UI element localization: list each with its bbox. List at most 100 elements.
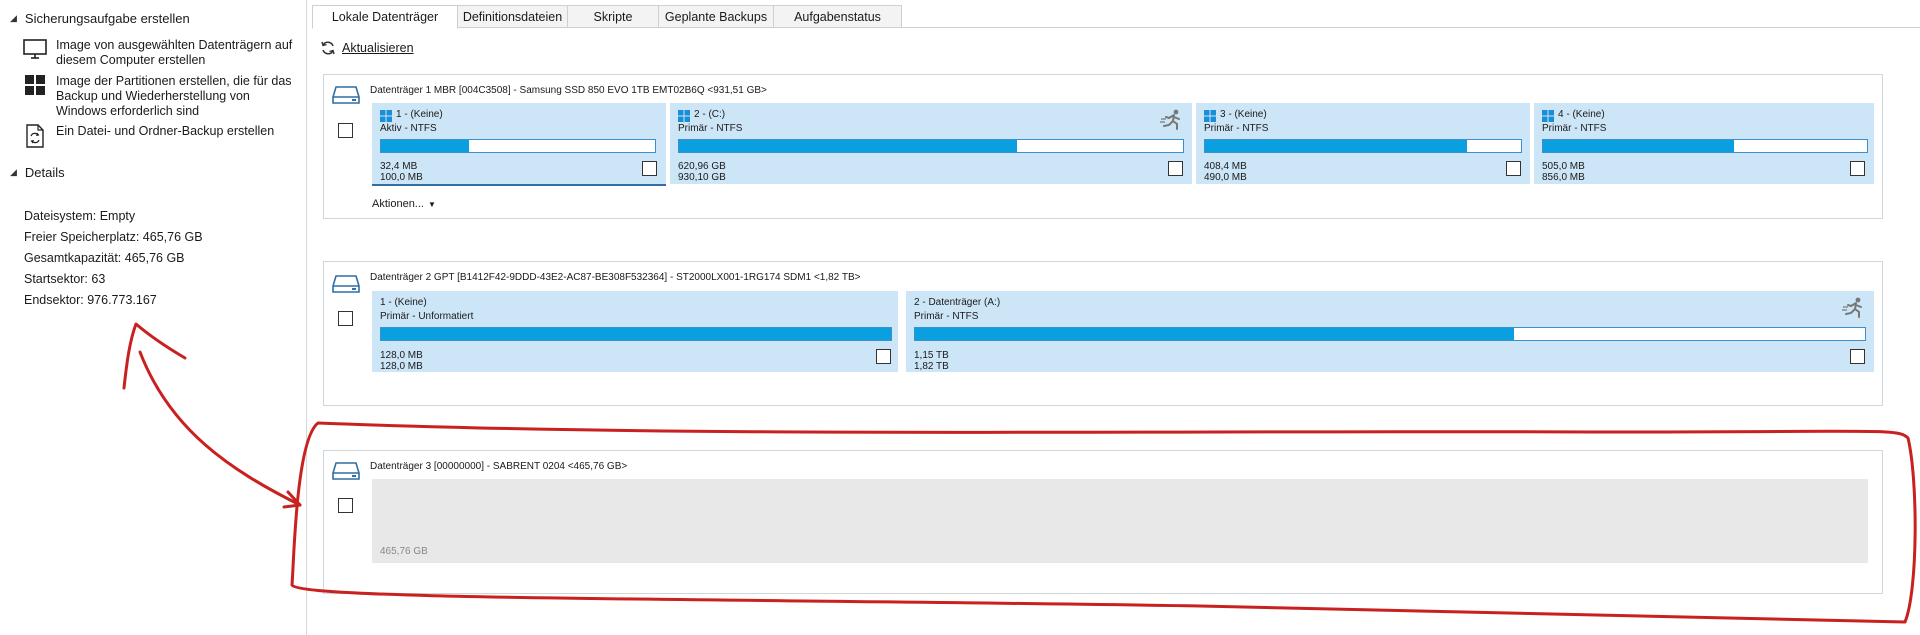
hard-disk-icon (332, 275, 360, 293)
used-size: 32,4 MB (380, 161, 418, 172)
disk-checkbox[interactable] (338, 123, 353, 138)
partition-label: 2 - Datenträger (A:) (914, 297, 1001, 308)
tab-scheduled-backups[interactable]: Geplante Backups (659, 5, 774, 28)
hard-disk-icon (332, 462, 360, 480)
usage-fill (1205, 140, 1468, 152)
used-size: 620,96 GB (678, 161, 726, 172)
partition-2[interactable]: 2 - Datenträger (A:) Primär - NTFS 1,15 … (906, 291, 1874, 372)
usage-fill (679, 140, 1017, 152)
usage-fill (1543, 140, 1735, 152)
used-size: 1,15 TB (914, 350, 949, 361)
detail-start-sector: Startsektor: 63 (24, 272, 106, 286)
usage-bar (380, 327, 892, 341)
windows-icon (22, 74, 48, 100)
partition-checkbox[interactable] (876, 349, 891, 364)
partition-checkbox[interactable] (1168, 161, 1183, 176)
windows-icon (380, 110, 392, 122)
section-title: Sicherungsaufgabe erstellen (24, 11, 190, 26)
section-header-create[interactable]: ◢ Sicherungsaufgabe erstellen (10, 11, 190, 26)
usage-bar (1542, 139, 1868, 153)
disk-panel-3: Datenträger 3 [00000000] - SABRENT 0204 … (323, 450, 1883, 594)
usage-bar (678, 139, 1184, 153)
task-file-folder-backup[interactable]: Ein Datei- und Ordner-Backup erstellen (22, 124, 302, 150)
disk-title: Datenträger 3 [00000000] - SABRENT 0204 … (370, 461, 628, 472)
section-header-details[interactable]: ◢ Details (10, 165, 65, 180)
unallocated-space[interactable]: 465,76 GB (372, 479, 1868, 563)
tab-local-disks[interactable]: Lokale Datenträger (312, 5, 458, 29)
used-size: 408,4 MB (1204, 161, 1247, 172)
refresh-icon (321, 41, 335, 55)
file-sync-icon (22, 124, 48, 150)
partition-label: 2 - (C:) (694, 109, 726, 120)
partition-type: Primär - NTFS (914, 311, 979, 322)
tab-scripts[interactable]: Skripte (568, 5, 659, 28)
partition-label: 1 - (Keine) (380, 297, 427, 308)
detail-filesystem: Dateisystem: Empty (24, 209, 136, 223)
disk-title: Datenträger 2 GPT [B1412F42-9DDD-43E2-AC… (370, 272, 861, 283)
usage-bar (380, 139, 656, 153)
usage-fill (381, 328, 891, 340)
usage-bar (1204, 139, 1522, 153)
running-man-icon (1160, 109, 1180, 130)
running-man-icon (1842, 297, 1862, 318)
refresh-button[interactable]: Aktualisieren (320, 40, 414, 56)
actions-dropdown[interactable]: Aktionen... ▼ (372, 198, 436, 210)
section-title: Details (24, 165, 65, 180)
collapse-triangle-icon[interactable]: ◢ (10, 167, 17, 178)
partition-label: 3 - (Keine) (1220, 109, 1267, 120)
partition-type: Primär - NTFS (1542, 123, 1607, 134)
left-panel: ◢ Sicherungsaufgabe erstellen Image von … (0, 0, 307, 635)
tab-task-status[interactable]: Aufgabenstatus (774, 5, 902, 28)
total-size: 856,0 MB (1542, 172, 1585, 183)
partition-checkbox[interactable] (1506, 161, 1521, 176)
partition-3[interactable]: 3 - (Keine) Primär - NTFS 408,4 MB 490,0… (1196, 103, 1530, 184)
used-size: 505,0 MB (1542, 161, 1585, 172)
partition-2[interactable]: 2 - (C:) Primär - NTFS 620,96 GB 930,10 … (670, 103, 1192, 184)
partition-label: 4 - (Keine) (1558, 109, 1605, 120)
disk-title: Datenträger 1 MBR [004C3508] - Samsung S… (370, 85, 767, 96)
partition-1[interactable]: 1 - (Keine) Primär - Unformatiert 128,0 … (372, 291, 898, 372)
task-label: Image von ausgewählten Datenträgern auf … (56, 38, 293, 67)
partition-type: Primär - Unformatiert (380, 311, 474, 322)
caret-down-icon: ▼ (427, 199, 436, 209)
detail-end-sector: Endsektor: 976.773.167 (24, 293, 157, 307)
total-size: 490,0 MB (1204, 172, 1247, 183)
usage-fill (381, 140, 469, 152)
total-size: 1,82 TB (914, 361, 949, 372)
refresh-label: Aktualisieren (342, 41, 414, 55)
collapse-triangle-icon[interactable]: ◢ (10, 13, 17, 24)
windows-icon (678, 110, 690, 122)
tab-definition-files[interactable]: Definitionsdateien (458, 5, 568, 28)
total-size: 128,0 MB (380, 361, 423, 372)
partition-type: Aktiv - NTFS (380, 123, 437, 134)
task-label: Image der Partitionen erstellen, die für… (56, 74, 292, 118)
total-size: 930,10 GB (678, 172, 726, 183)
tab-strip: Lokale Datenträger Definitionsdateien Sk… (312, 5, 902, 29)
partition-checkbox[interactable] (642, 161, 657, 176)
monitor-icon (22, 38, 48, 64)
partition-type: Primär - NTFS (678, 123, 743, 134)
usage-bar (914, 327, 1866, 341)
disk-checkbox[interactable] (338, 498, 353, 513)
usage-fill (915, 328, 1514, 340)
partition-4[interactable]: 4 - (Keine) Primär - NTFS 505,0 MB 856,0… (1534, 103, 1874, 184)
detail-capacity: Gesamtkapazität: 465,76 GB (24, 251, 185, 265)
disk-panel-2: Datenträger 2 GPT [B1412F42-9DDD-43E2-AC… (323, 261, 1883, 406)
unallocated-size: 465,76 GB (380, 546, 428, 557)
task-label: Ein Datei- und Ordner-Backup erstellen (56, 124, 275, 138)
windows-icon (1542, 110, 1554, 122)
hard-disk-icon (332, 86, 360, 104)
partition-1[interactable]: 1 - (Keine) Aktiv - NTFS 32,4 MB 100,0 M… (372, 103, 666, 186)
disk-panel-1: Datenträger 1 MBR [004C3508] - Samsung S… (323, 74, 1883, 219)
partition-checkbox[interactable] (1850, 161, 1865, 176)
total-size: 100,0 MB (380, 172, 423, 183)
task-disk-image[interactable]: Image von ausgewählten Datenträgern auf … (22, 38, 302, 68)
actions-label: Aktionen... (372, 198, 424, 210)
partition-type: Primär - NTFS (1204, 123, 1269, 134)
partition-label: 1 - (Keine) (396, 109, 443, 120)
task-windows-partitions[interactable]: Image der Partitionen erstellen, die für… (22, 74, 302, 119)
windows-icon (1204, 110, 1216, 122)
used-size: 128,0 MB (380, 350, 423, 361)
partition-checkbox[interactable] (1850, 349, 1865, 364)
disk-checkbox[interactable] (338, 311, 353, 326)
